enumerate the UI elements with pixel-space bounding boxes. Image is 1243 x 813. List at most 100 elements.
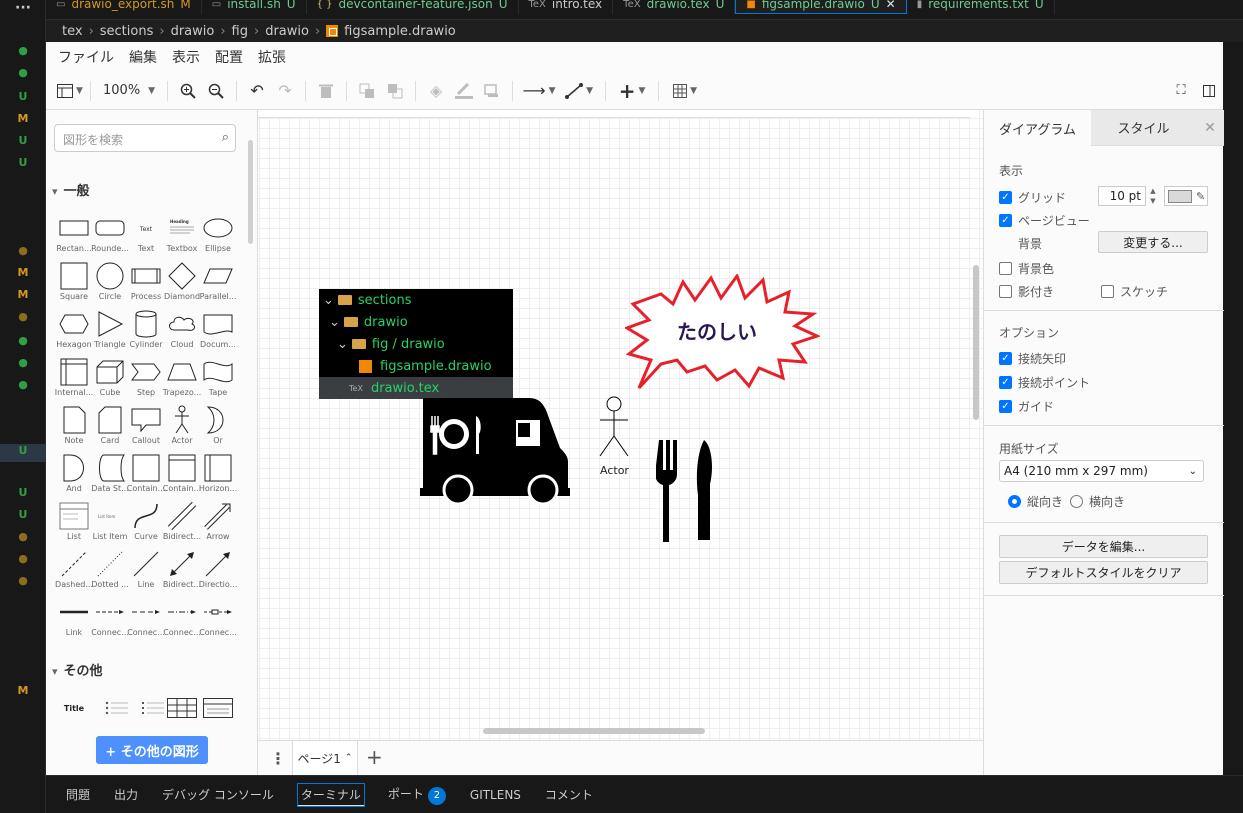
zoom-out-button[interactable] (202, 78, 230, 104)
table-button[interactable]: ▼ (665, 78, 705, 104)
connection-style-button[interactable]: ⟶ ▼ (519, 78, 559, 104)
explorer-image[interactable]: ⌄ sections ⌄ drawio ⌄ fig / drawio figsampl… (319, 289, 513, 399)
shape-contain[interactable]: Contain... (163, 452, 201, 500)
fill-color-button[interactable]: ◈ (422, 78, 450, 104)
redo-button[interactable]: ↷ (271, 78, 299, 104)
canvas-vertical-scrollbar[interactable] (973, 265, 979, 420)
shape-parallel[interactable]: Parallel... (200, 260, 236, 308)
shape-callout[interactable]: Callout (128, 404, 164, 452)
food-truck-icon[interactable] (418, 396, 572, 510)
panel-tab[interactable]: コメント (545, 786, 593, 803)
panel-tab[interactable]: ポート 2 (388, 785, 446, 805)
shape-bidirect[interactable]: Bidirect... (163, 500, 201, 548)
shape-actor[interactable]: Actor (164, 404, 200, 452)
connection-arrows-checkbox[interactable]: ✓ 接続矢印 (999, 350, 1066, 367)
more-actions-icon[interactable]: ··· (0, 0, 46, 16)
to-back-button[interactable] (381, 78, 409, 104)
shape-search-input[interactable]: 図形を検索 ⌕ (54, 124, 236, 152)
menu-item[interactable]: 表示 (172, 47, 200, 67)
shape-title[interactable]: Title (56, 692, 92, 740)
canvas-horizontal-scrollbar[interactable] (483, 728, 705, 734)
page-menu-icon[interactable]: ⋮ (270, 749, 286, 768)
shape-curve[interactable]: Curve (128, 500, 164, 548)
panel-tab[interactable]: デバッグ コンソール (162, 786, 274, 803)
shape-listitem[interactable]: List Item List Item (92, 500, 128, 548)
grid-size-input[interactable]: 10 pt (1098, 186, 1146, 206)
shape-link[interactable]: Link (56, 596, 92, 644)
shape-and[interactable]: And (56, 452, 92, 500)
line-color-button[interactable] (450, 78, 478, 104)
page-tab[interactable]: ページ1 ⌃ (292, 741, 358, 775)
breadcrumb-item[interactable]: tex (62, 24, 83, 39)
fullscreen-button[interactable]: ⛶ (1167, 78, 1195, 104)
shadow-checkbox[interactable]: 影付き (999, 283, 1054, 300)
shape-line[interactable]: Line (128, 548, 164, 596)
toggle-format-button[interactable] (1195, 78, 1223, 104)
page-view-checkbox[interactable]: ✓ ページビュー (999, 212, 1090, 229)
shape-diamond[interactable]: Diamond (164, 260, 200, 308)
shape-text[interactable]: Text Text (128, 212, 164, 260)
shape-process[interactable]: Process (128, 260, 164, 308)
shape-list[interactable]: List (56, 500, 92, 548)
cutlery-icon[interactable] (656, 440, 716, 542)
menu-item[interactable]: 編集 (129, 47, 157, 67)
grid-size-spinner[interactable]: ▲ ▼ (1147, 186, 1159, 206)
add-page-button[interactable]: + (366, 745, 383, 769)
shape-circle[interactable]: Circle (92, 260, 128, 308)
shape-ellipse[interactable]: Ellipse (200, 212, 236, 260)
format-panel-toggle-button[interactable]: ▼ (56, 78, 84, 104)
shape-bullet-list[interactable] (100, 692, 136, 740)
sketch-checkbox[interactable]: スケッチ (1101, 283, 1168, 300)
menu-item[interactable]: 配置 (215, 47, 243, 67)
change-background-button[interactable]: 変更する... (1098, 231, 1208, 253)
tab-style[interactable]: スタイル (1091, 110, 1196, 146)
clear-default-style-button[interactable]: デフォルトスタイルをクリア (999, 561, 1208, 584)
actor-shape[interactable] (597, 396, 631, 460)
shapes-scrollbar[interactable] (248, 140, 253, 244)
shape-step[interactable]: Step (128, 356, 164, 404)
shape-dotted[interactable]: Dotted ... (91, 548, 129, 596)
shape-square[interactable]: Square (56, 260, 92, 308)
shape-or[interactable]: Or (200, 404, 236, 452)
shape-card[interactable]: Card (92, 404, 128, 452)
shape-note[interactable]: Note (56, 404, 92, 452)
breadcrumb-item[interactable]: sections (100, 24, 154, 39)
more-shapes-button[interactable]: + その他の図形 (96, 736, 208, 764)
edit-data-button[interactable]: データを編集... (999, 535, 1208, 558)
editor-tab[interactable]: ▮ requirements.txt U (907, 0, 1055, 14)
connection-points-checkbox[interactable]: ✓ 接続ポイント (999, 374, 1090, 391)
shape-list-table[interactable] (202, 692, 234, 740)
landscape-radio[interactable]: 横向き (1070, 493, 1125, 510)
delete-button[interactable] (312, 78, 340, 104)
shape-cylinder[interactable]: Cylinder (128, 308, 164, 356)
shape-connec[interactable]: Connec... (91, 596, 129, 644)
editor-tab[interactable]: TeX intro.tex (519, 0, 614, 14)
menu-item[interactable]: 拡張 (258, 47, 286, 67)
editor-tab[interactable]: TeX drawio.tex U (613, 0, 736, 14)
shape-contain[interactable]: Contain... (127, 452, 165, 500)
shape-dashed[interactable]: Dashed... (55, 548, 93, 596)
editor-tab[interactable]: { } devcontainer-feature.json U (307, 0, 519, 14)
breadcrumb-item[interactable]: fig (232, 24, 248, 39)
panel-tab[interactable]: ターミナル (296, 782, 365, 807)
shape-triangle[interactable]: Triangle (92, 308, 128, 356)
editor-tab[interactable]: ■ figsample.drawio U ✕ (735, 0, 907, 14)
insert-button[interactable]: + ▼ (612, 78, 652, 104)
shape-connec[interactable]: Connec... (199, 596, 237, 644)
bg-color-checkbox[interactable]: 背景色 (999, 260, 1054, 277)
editor-tab[interactable]: ▭ drawio_export.sh M (46, 0, 202, 14)
grid-checkbox[interactable]: ✓ グリッド (999, 189, 1066, 206)
zoom-select[interactable]: 100% ▼ (97, 78, 161, 104)
waypoints-button[interactable]: ▼ (559, 78, 599, 104)
close-icon[interactable]: ✕ (886, 0, 896, 11)
breadcrumb-item[interactable]: figsample.drawio (344, 24, 456, 39)
shape-hexagon[interactable]: Hexagon (56, 308, 92, 356)
grid-color-button[interactable]: ✎ (1164, 186, 1208, 206)
shape-horizon[interactable]: Horizon... (199, 452, 237, 500)
breadcrumb-item[interactable]: drawio (171, 24, 215, 39)
to-front-button[interactable] (353, 78, 381, 104)
tab-diagram[interactable]: ダイアグラム (984, 110, 1091, 146)
shape-bidirect[interactable]: Bidirect... (163, 548, 201, 596)
portrait-radio[interactable]: 縦向き (1008, 493, 1063, 510)
panel-tab[interactable]: GITLENS (470, 788, 521, 802)
